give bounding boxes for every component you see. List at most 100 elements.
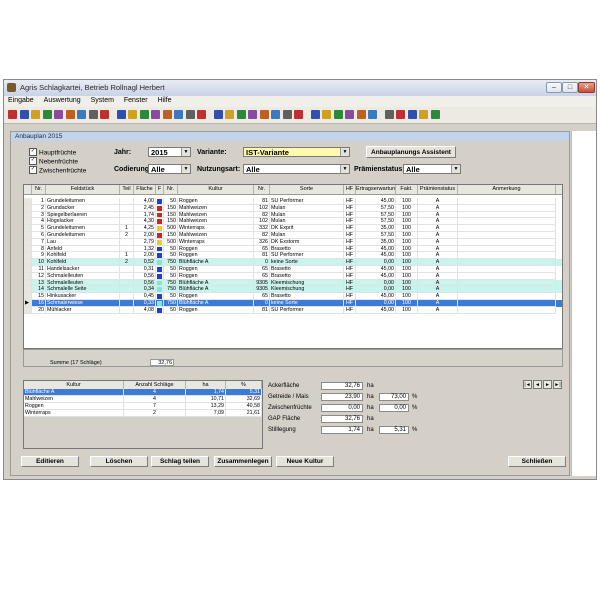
summary-column-header[interactable]: Anzahl Schläge [124, 381, 186, 389]
toolbar-tool-icon[interactable] [185, 110, 195, 119]
delete-button[interactable]: Löschen [90, 456, 148, 467]
anbauplanungs-assistent-button[interactable]: Anbauplanungs Assistent [366, 146, 456, 158]
split-field-button[interactable]: Schlag teilen [151, 456, 209, 467]
new-crop-button[interactable]: Neue Kultur [276, 456, 334, 467]
table-row[interactable]: 4 Högelacker 4,30 150 Mahlweizen 102 Mulan HF 57… [24, 218, 562, 226]
table-row[interactable]: 20 Mühlacker 4,08 50 Roggen 81 SU Performer HF 4… [24, 306, 562, 314]
summary-row[interactable]: Mahlweizen 4 10,71 32,69 [24, 396, 262, 403]
summary-row[interactable]: Winterraps 2 7,09 21,61 [24, 410, 262, 417]
last-record-button[interactable]: ►| [553, 380, 562, 389]
menu-hilfe[interactable]: Hilfe [154, 96, 176, 104]
first-record-button[interactable]: |◄ [523, 380, 532, 389]
column-header[interactable]: Fakt. [396, 185, 418, 194]
checkbox-nebenfruechte[interactable]: ✓ Nebenfrüchte [29, 157, 78, 166]
toolbar-tool-icon[interactable] [77, 110, 86, 119]
toolbar-tool-icon[interactable] [225, 110, 234, 119]
year-select[interactable]: 2015 ▼ [148, 147, 191, 157]
toolbar-tool-icon[interactable] [8, 110, 17, 119]
variant-select[interactable]: IST-Variante ▼ [243, 147, 350, 157]
table-row[interactable]: 6 Grundeleiturnen 2 2,00 150 Mahlweizen 82 Mula… [24, 232, 562, 239]
usage-select[interactable]: Alle ▼ [243, 164, 350, 174]
toolbar-tool-icon[interactable] [213, 110, 223, 119]
table-row[interactable]: 15 Hinkusacker 0,45 50 Roggen 65 Brasetto HF 45,… [24, 293, 562, 300]
toolbar-tool-icon[interactable] [31, 110, 40, 119]
column-header[interactable]: Fläche [134, 185, 156, 194]
table-row[interactable]: 3 Spiegelberlaeren 1,74 150 Mahlweizen 82 Mula… [24, 211, 562, 219]
column-header[interactable]: F [156, 185, 164, 194]
summary-column-header[interactable]: % [226, 381, 262, 389]
menu-auswertung[interactable]: Auswertung [40, 96, 85, 104]
toolbar-tool-icon[interactable] [356, 110, 366, 119]
toolbar-tool-icon[interactable] [88, 110, 98, 119]
toolbar-tool-icon[interactable] [100, 110, 109, 119]
toolbar-tool-icon[interactable] [139, 110, 149, 119]
table-row[interactable]: 8 Anfeld 1,32 50 Roggen 65 Brasetto HF 45,00 100 A [24, 245, 562, 253]
table-row[interactable]: 13 Schmalelleuten 0,56 750 Blühfläche A 9305 K… [24, 279, 562, 287]
toolbar-tool-icon[interactable] [174, 110, 183, 119]
toolbar-tool-icon[interactable] [384, 110, 394, 119]
maximize-button[interactable]: □ [562, 82, 578, 93]
column-header[interactable]: HF [344, 185, 356, 194]
column-header[interactable]: Teil [120, 185, 134, 194]
toolbar-tool-icon[interactable] [310, 110, 320, 119]
toolbar-tool-icon[interactable] [54, 110, 63, 119]
next-record-button[interactable]: ► [543, 380, 552, 389]
toolbar-tool-icon[interactable] [345, 110, 354, 119]
column-header[interactable] [24, 185, 32, 194]
menu-system[interactable]: System [87, 96, 118, 104]
column-header[interactable]: Sorte [270, 185, 344, 194]
toolbar-tool-icon[interactable] [282, 110, 292, 119]
merge-button[interactable]: Zusammenlegen [214, 456, 272, 467]
toolbar-tool-icon[interactable] [248, 110, 257, 119]
edit-button[interactable]: Editieren [21, 456, 79, 467]
toolbar-tool-icon[interactable] [197, 110, 206, 119]
toolbar-tool-icon[interactable] [294, 110, 303, 119]
table-row[interactable]: 14 Schmalelle Seite 0,34 750 Blühfläche A 930… [24, 286, 562, 294]
toolbar-tool-icon[interactable] [430, 110, 440, 119]
column-header[interactable]: Ertragserwartung [356, 185, 396, 194]
toolbar-tool-icon[interactable] [42, 110, 52, 119]
toolbar-tool-icon[interactable] [236, 110, 246, 119]
table-row[interactable]: 2 Grundacker 2,45 150 Mahlweizen 102 Mulan HF 57… [24, 204, 562, 212]
menu-eingabe[interactable]: Eingabe [4, 96, 38, 104]
premium-select[interactable]: Alle ▼ [403, 164, 461, 174]
toolbar-tool-icon[interactable] [128, 110, 137, 119]
toolbar-tool-icon[interactable] [322, 110, 331, 119]
checkbox-zwischenfruechte[interactable]: ✓ Zwischenfrüchte [29, 166, 86, 175]
toolbar-tool-icon[interactable] [271, 110, 280, 119]
table-row[interactable]: 10 Kohlfeld 2 0,52 750 Blühfläche A 0 keine Sor… [24, 259, 562, 266]
toolbar-tool-icon[interactable] [259, 110, 269, 119]
toolbar-tool-icon[interactable] [368, 110, 377, 119]
toolbar-tool-icon[interactable] [333, 110, 343, 119]
column-header[interactable]: Nr. [32, 185, 46, 194]
summary-row[interactable]: Blühfläche A 4 1,74 5,31 [24, 389, 262, 396]
toolbar-tool-icon[interactable] [419, 110, 428, 119]
table-row[interactable]: 12 Schmalelleuten 0,56 50 Roggen 65 Brasetto HF… [24, 272, 562, 280]
prev-record-button[interactable]: ◄ [533, 380, 542, 389]
table-row[interactable]: 11 Handelsacker 0,31 50 Roggen 65 Brasetto HF 45… [24, 266, 562, 273]
toolbar-tool-icon[interactable] [19, 110, 29, 119]
table-row[interactable]: 9 Kohlfeld 1 2,00 50 Roggen 81 SU Performer HF 45… [24, 252, 562, 260]
summary-column-header[interactable]: ha [186, 381, 226, 389]
column-header[interactable]: Nr. [254, 185, 270, 194]
toolbar-tool-icon[interactable] [116, 110, 126, 119]
close-window-button[interactable]: ✕ [578, 82, 595, 93]
toolbar-tool-icon[interactable] [396, 110, 405, 119]
table-row[interactable]: 1 Grundeleiturnen 4,00 50 Roggen 81 SU Perform… [24, 198, 562, 205]
column-header[interactable]: Anmerkung [458, 185, 556, 194]
table-row[interactable]: 7 Lau 2,79 500 Winterraps 326 DK Exstorm HF 35,0… [24, 238, 562, 246]
toolbar-tool-icon[interactable] [407, 110, 417, 119]
column-header[interactable]: Nr. [164, 185, 178, 194]
close-button[interactable]: Schließen [508, 456, 566, 467]
column-header[interactable]: Feldstück [46, 185, 120, 194]
summary-column-header[interactable]: Kultur [24, 381, 124, 389]
toolbar-tool-icon[interactable] [162, 110, 172, 119]
column-header[interactable]: Prämienstatus [418, 185, 458, 194]
minimize-button[interactable]: – [546, 82, 562, 93]
table-row[interactable]: 5 Grundeleiturnen 1 4,25 500 Winterraps 332 DK … [24, 225, 562, 232]
coding-select[interactable]: Alle ▼ [148, 164, 191, 174]
toolbar-tool-icon[interactable] [65, 110, 75, 119]
summary-row[interactable]: Roggen 7 13,29 40,58 [24, 403, 262, 410]
column-header[interactable]: Kultur [178, 185, 254, 194]
checkbox-hauptfruechte[interactable]: ✓ Hauptfrüchte [29, 148, 76, 157]
